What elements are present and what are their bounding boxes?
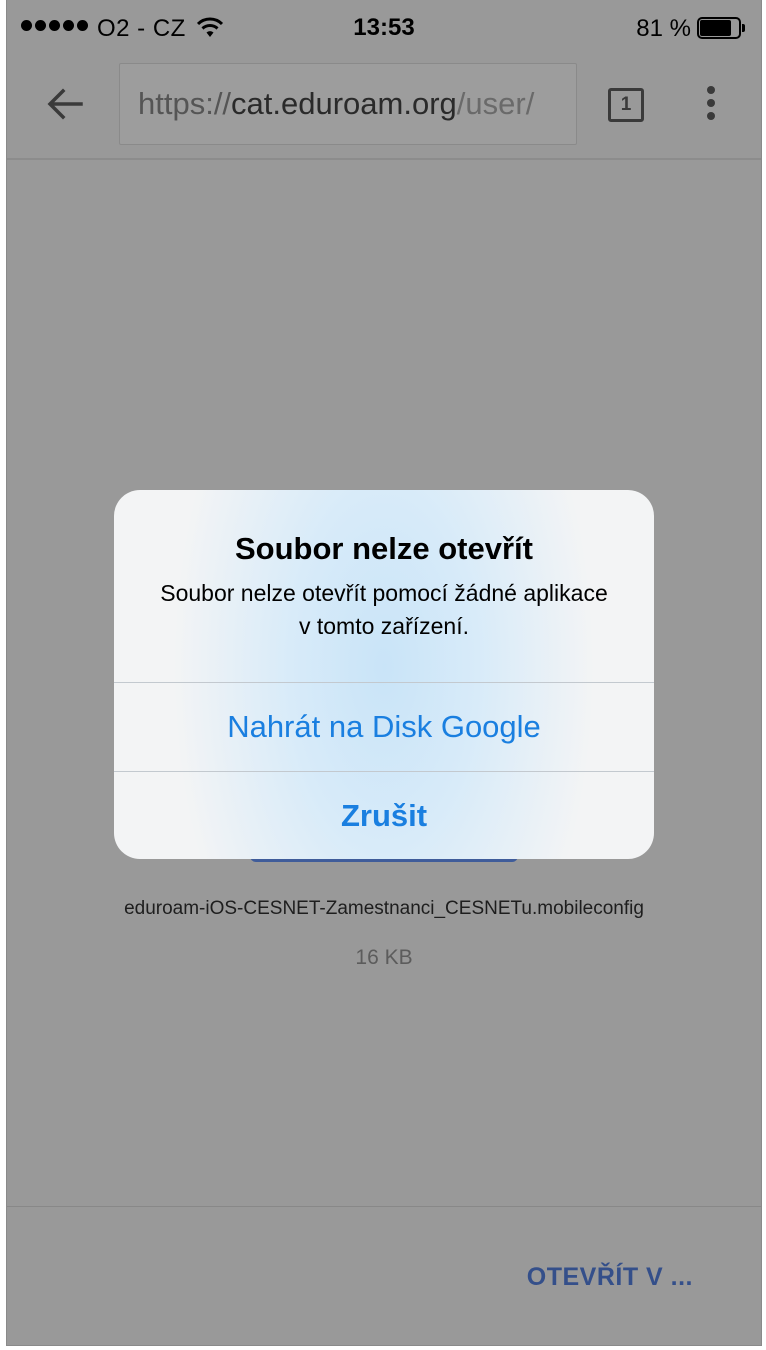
file-size: 16 KB — [355, 946, 413, 969]
upload-to-google-drive-button[interactable]: Nahrát na Disk Google — [114, 683, 654, 771]
file-name: eduroam-iOS-CESNET-Zamestnanci_CESNETu.m… — [124, 898, 644, 919]
open-in-button[interactable]: OTEVŘÍT V ... — [527, 1263, 693, 1292]
battery-icon — [697, 17, 745, 39]
back-arrow-icon[interactable] — [43, 82, 87, 126]
address-bar[interactable]: https://cat.eduroam.org/user/ — [119, 63, 577, 145]
more-options-icon[interactable] — [701, 86, 721, 126]
tab-switcher-button[interactable]: 1 — [608, 88, 644, 122]
url-path: /user/ — [456, 86, 535, 121]
cancel-button[interactable]: Zrušit — [114, 772, 654, 859]
url-host: cat.eduroam.org — [231, 86, 457, 121]
bottom-bar: OTEVŘÍT V ... — [7, 1206, 761, 1345]
alert-dialog: Soubor nelze otevřít Soubor nelze otevří… — [114, 490, 654, 859]
alert-message: Soubor nelze otevřít pomocí žádné aplika… — [160, 580, 608, 639]
browser-toolbar: https://cat.eduroam.org/user/ 1 — [7, 58, 761, 160]
alert-title: Soubor nelze otevřít — [235, 531, 533, 566]
screen: O2 - CZ 13:53 81 % https://cat.eduroam.o… — [6, 0, 762, 1346]
status-bar: O2 - CZ 13:53 81 % — [7, 0, 761, 58]
url-scheme: https:// — [138, 86, 232, 121]
battery-percentage: 81 % — [636, 15, 691, 42]
